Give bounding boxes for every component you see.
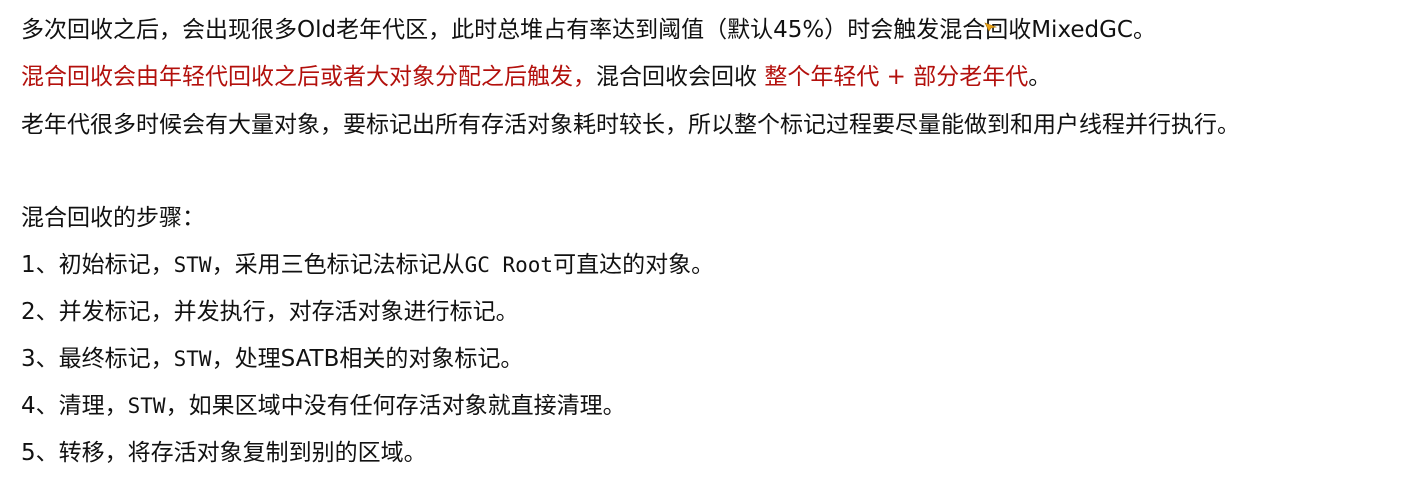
step-item: 3、最终标记，STW，处理SATB相关的对象标记。	[21, 344, 523, 374]
step-text: 最终标记，	[58, 346, 174, 372]
step-text: ，采用三色标记法标记从	[211, 252, 465, 278]
step-code-text: STW	[127, 394, 166, 418]
mouse-cursor-icon	[984, 22, 998, 32]
step-number: 1、	[21, 252, 59, 278]
step-text: 初始标记，	[58, 252, 174, 278]
step-code-text: STW	[173, 253, 212, 277]
step-item: 2、并发标记，并发执行，对存活对象进行标记。	[21, 297, 519, 327]
intro-line-3: 老年代很多时候会有大量对象，要标记出所有存活对象耗时较长，所以整个标记过程要尽量…	[21, 112, 1240, 138]
trigger-condition-text: 混合回收会由年轻代回收之后或者大对象分配之后触发，	[21, 64, 596, 90]
step-item: 5、转移，将存活对象复制到别的区域。	[21, 438, 427, 468]
collect-scope-text: 整个年轻代 + 部分老年代	[764, 64, 1029, 90]
steps-heading: 混合回收的步骤：	[21, 205, 205, 231]
step-text: 可直达的对象。	[553, 252, 715, 278]
step-text: 转移，将存活对象复制到别的区域。	[58, 440, 427, 466]
step-code-text: GC Root	[464, 253, 554, 277]
step-text: ，处理SATB相关的对象标记。	[211, 346, 524, 372]
step-number: 2、	[21, 299, 59, 325]
step-text: 清理，	[58, 393, 128, 419]
step-text: 并发标记，并发执行，对存活对象进行标记。	[58, 299, 519, 325]
step-number: 3、	[21, 346, 59, 372]
step-text: ，如果区域中没有任何存活对象就直接清理。	[165, 393, 626, 419]
line-end-punct: 。	[1028, 64, 1052, 90]
step-code-text: STW	[173, 347, 212, 371]
step-item: 1、初始标记，STW，采用三色标记法标记从GC Root可直达的对象。	[21, 250, 714, 280]
step-item: 4、清理，STW，如果区域中没有任何存活对象就直接清理。	[21, 391, 626, 421]
step-number: 4、	[21, 393, 59, 419]
step-number: 5、	[21, 440, 59, 466]
collect-scope-prefix: 混合回收会回收	[596, 64, 765, 90]
intro-line-2: 混合回收会由年轻代回收之后或者大对象分配之后触发，混合回收会回收 整个年轻代 +…	[21, 62, 1051, 92]
